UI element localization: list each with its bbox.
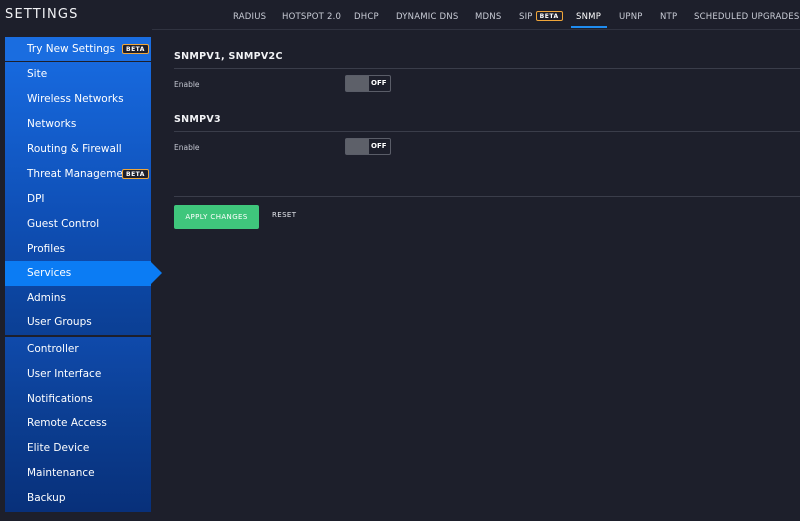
snmpv3-enable-label: Enable	[174, 143, 200, 152]
sidebar-item-label: Controller	[27, 343, 79, 355]
sidebar-item-admins[interactable]: Admins	[5, 286, 151, 311]
sidebar-item-notifications[interactable]: Notifications	[5, 387, 151, 412]
beta-badge: BETA	[122, 169, 149, 179]
sidebar-item-label: Remote Access	[27, 417, 107, 429]
reset-button[interactable]: RESET	[272, 211, 296, 219]
sidebar-item-remote-access[interactable]: Remote Access	[5, 411, 151, 436]
snmpv3-enable-toggle[interactable]: OFF	[345, 138, 391, 155]
sidebar-item-label: Guest Control	[27, 218, 100, 230]
sidebar-item-label: Notifications	[27, 393, 93, 405]
tab-snmp[interactable]: SNMP	[576, 12, 601, 22]
sidebar-item-user-interface[interactable]: User Interface	[5, 362, 151, 387]
sidebar-title: SETTINGS	[5, 7, 79, 22]
sidebar-item-label: Routing & Firewall	[27, 143, 122, 155]
sidebar-item-label: Wireless Networks	[27, 93, 124, 105]
toggle-state-text: OFF	[371, 142, 387, 150]
tab-scheduled-upgrades[interactable]: SCHEDULED UPGRADES	[694, 12, 799, 22]
actions-divider	[174, 196, 800, 197]
sidebar-item-label: Admins	[27, 292, 66, 304]
section-divider	[174, 131, 800, 132]
tab-dynamic-dns[interactable]: DYNAMIC DNS	[396, 12, 458, 22]
sidebar-item-label: Profiles	[27, 243, 66, 255]
sidebar-item-profiles[interactable]: Profiles	[5, 237, 151, 262]
active-tab-indicator	[571, 26, 607, 28]
sidebar-item-label: Site	[27, 68, 48, 80]
active-item-pointer	[151, 262, 162, 284]
sidebar-item-label: Backup	[27, 492, 66, 504]
sidebar-item-label: Elite Device	[27, 442, 90, 454]
sidebar-group-controller: Controller User Interface Notifications …	[5, 337, 151, 512]
sidebar-item-label: Services	[27, 267, 72, 279]
sidebar-group-site: Site Wireless Networks Networks Routing …	[5, 62, 151, 335]
services-tab-bar: RADIUS HOTSPOT 2.0 DHCP DYNAMIC DNS MDNS…	[152, 0, 800, 30]
tab-dhcp[interactable]: DHCP	[354, 12, 379, 22]
sidebar-item-guest-control[interactable]: Guest Control	[5, 212, 151, 237]
sidebar-item-services[interactable]: Services	[5, 261, 151, 286]
sidebar-item-site[interactable]: Site	[5, 62, 151, 87]
tab-hotspot[interactable]: HOTSPOT 2.0	[282, 12, 341, 22]
toggle-state-text: OFF	[371, 79, 387, 87]
sidebar-item-elite-device[interactable]: Elite Device	[5, 436, 151, 461]
section-divider	[174, 68, 800, 69]
sidebar-item-threat-management[interactable]: Threat Management BETA	[5, 162, 151, 187]
settings-sidebar: SETTINGS Try New Settings BETA Site Wire…	[0, 0, 152, 521]
sidebar-group-try-new: Try New Settings BETA	[5, 37, 151, 61]
sidebar-item-controller[interactable]: Controller	[5, 337, 151, 362]
toggle-knob	[346, 139, 369, 154]
sidebar-item-wireless-networks[interactable]: Wireless Networks	[5, 87, 151, 112]
tab-ntp[interactable]: NTP	[660, 12, 677, 22]
sidebar-item-label: Networks	[27, 118, 77, 130]
sidebar-item-backup[interactable]: Backup	[5, 486, 151, 511]
sidebar-item-try-new-settings[interactable]: Try New Settings BETA	[5, 37, 151, 62]
sidebar-item-label: User Interface	[27, 368, 102, 380]
snmpv1-section-title: SNMPV1, SNMPV2C	[174, 51, 283, 62]
sidebar-item-label: User Groups	[27, 316, 92, 328]
sidebar-item-label: Try New Settings	[27, 43, 116, 55]
sidebar-item-routing-firewall[interactable]: Routing & Firewall	[5, 137, 151, 162]
sidebar-item-dpi[interactable]: DPI	[5, 187, 151, 212]
beta-badge: BETA	[122, 44, 149, 54]
toggle-knob	[346, 76, 369, 91]
sidebar-item-label: DPI	[27, 193, 45, 205]
sidebar-item-label: Threat Management	[27, 168, 134, 180]
tab-upnp[interactable]: UPNP	[619, 12, 643, 22]
apply-changes-button[interactable]: APPLY CHANGES	[174, 205, 259, 229]
sidebar-item-label: Maintenance	[27, 467, 95, 479]
tab-sip[interactable]: SIP BETA	[519, 11, 563, 22]
sidebar-item-user-groups[interactable]: User Groups	[5, 310, 151, 335]
snmpv1-enable-label: Enable	[174, 80, 200, 89]
tab-sip-label: SIP	[519, 12, 533, 22]
snmpv1-enable-toggle[interactable]: OFF	[345, 75, 391, 92]
sidebar-item-maintenance[interactable]: Maintenance	[5, 461, 151, 486]
tab-radius[interactable]: RADIUS	[233, 12, 266, 22]
snmpv3-section-title: SNMPV3	[174, 114, 221, 125]
sidebar-item-networks[interactable]: Networks	[5, 112, 151, 137]
beta-badge: BETA	[535, 11, 563, 21]
tab-mdns[interactable]: MDNS	[475, 12, 501, 22]
